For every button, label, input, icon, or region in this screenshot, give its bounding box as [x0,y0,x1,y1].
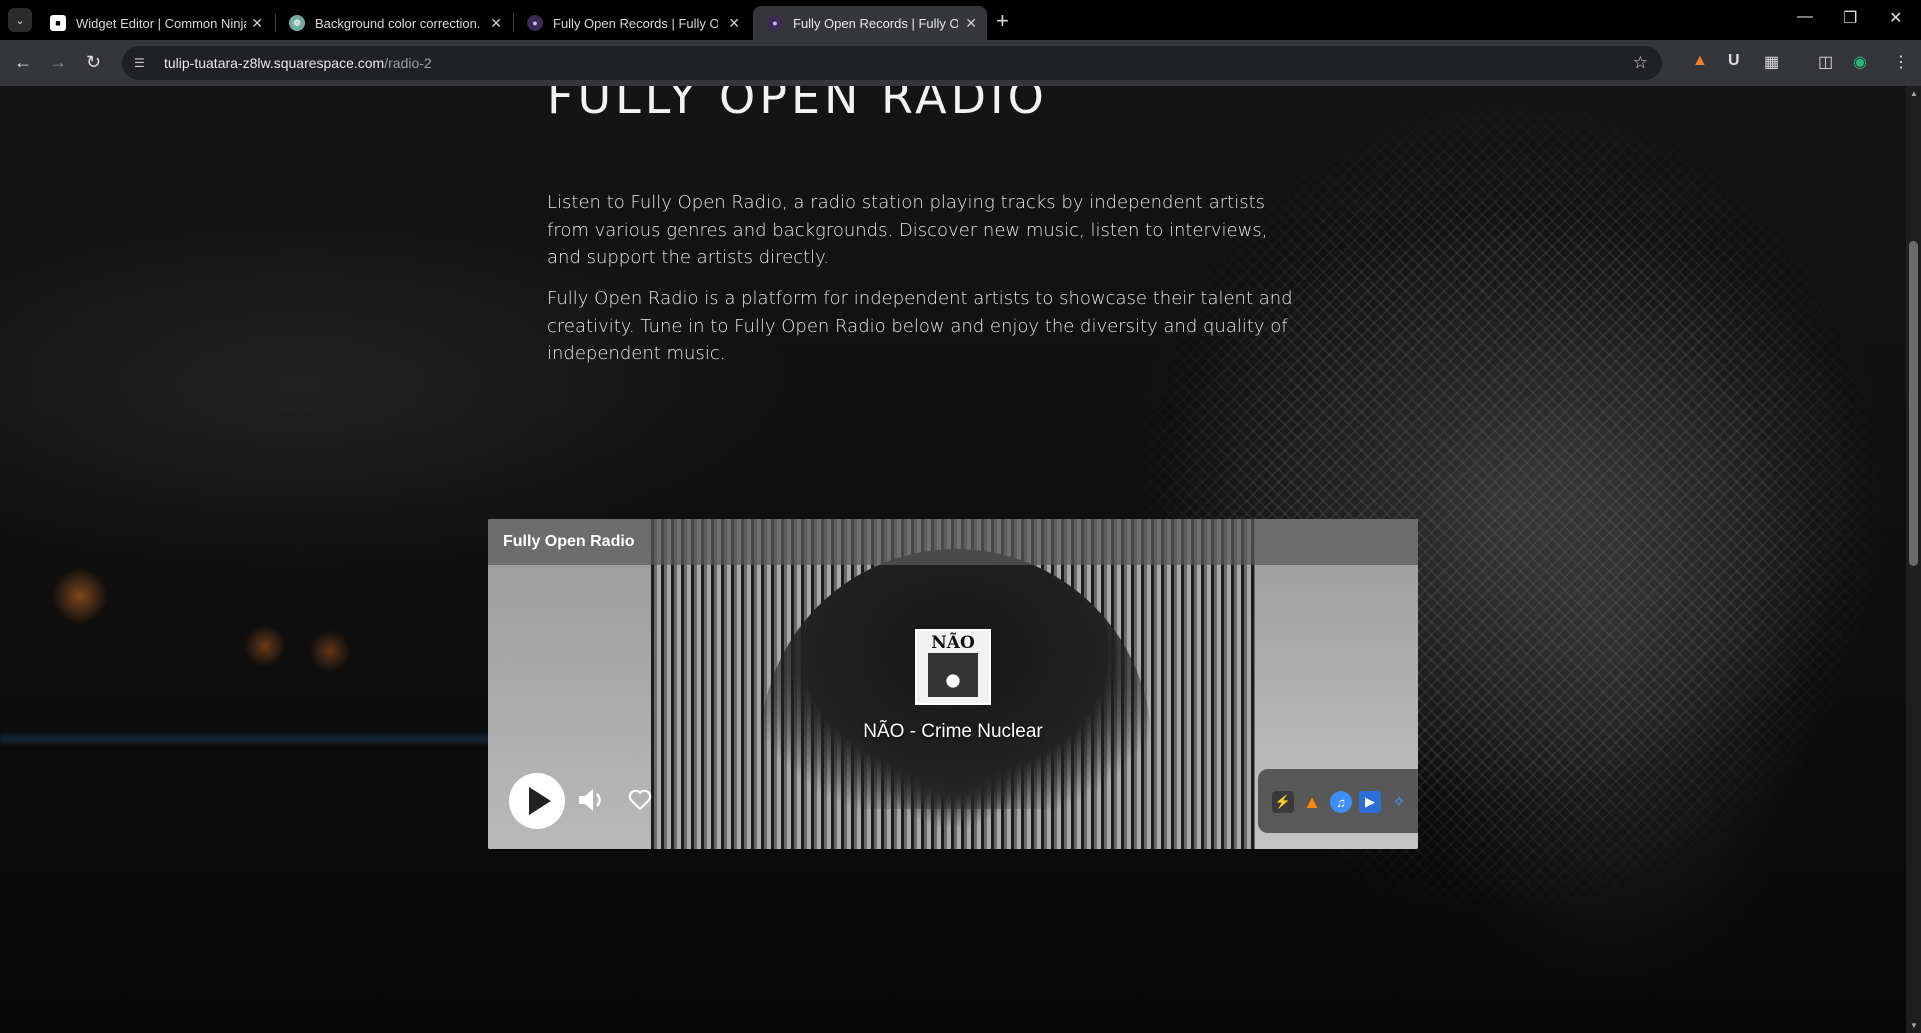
radio-player-widget: Fully Open Radio NÃO NÃO - Crime Nuclear… [488,519,1418,849]
page-scrollbar[interactable]: ▲ ▼ [1906,86,1921,1033]
browser-tab-strip: ⌄ ■ Widget Editor | Common Ninja ✕ ❁ Bac… [0,0,1921,40]
squarespace-icon: ● [527,15,543,31]
restore-icon[interactable]: ❐ [1843,8,1857,28]
window-close-icon[interactable]: ✕ [1889,8,1902,28]
page-content: FULLY OPEN RADIO Listen to Fully Open Ra… [0,86,1906,1033]
tab-search-chevron-icon[interactable]: ⌄ [8,8,32,32]
station-name: Fully Open Radio [488,519,1418,565]
close-tab-icon[interactable]: ✕ [728,15,740,32]
bookmark-star-icon[interactable]: ☆ [1633,53,1648,73]
heart-icon[interactable] [627,787,653,813]
now-playing-title: NÃO - Crime Nuclear [863,721,1043,742]
tab-title: Widget Editor | Common Ninja [76,15,246,31]
media-player-icon[interactable]: ▶ [1359,791,1381,813]
extensions-puzzle-icon[interactable]: ▦ [1764,52,1779,72]
volume-icon[interactable] [576,785,606,815]
tab-title: Fully Open Records | Fully Open [793,15,958,31]
forward-arrow-icon[interactable]: → [49,52,67,73]
tab-title: Background color correction. [315,15,481,31]
tab-widget-editor[interactable]: ■ Widget Editor | Common Ninja ✕ [36,6,273,40]
tab-fully-open-records-1[interactable]: ● Fully Open Records | Fully Open ✕ [513,6,750,40]
album-cover-title: NÃO [931,633,975,653]
realplayer-icon[interactable]: ✧ [1388,791,1410,813]
ublock-extension-icon[interactable]: U [1728,52,1740,70]
scroll-up-arrow-icon[interactable]: ▲ [1910,89,1918,98]
reload-icon[interactable]: ↻ [86,52,101,73]
scroll-thumb[interactable] [1909,241,1918,566]
chatgpt-icon: ❁ [289,15,305,31]
winamp-icon[interactable]: ⚡ [1272,791,1294,813]
common-ninja-icon: ■ [50,15,66,31]
metamask-extension-icon[interactable]: ▲ [1692,52,1708,70]
url-path: /radio-2 [384,55,432,71]
tab-fully-open-records-active[interactable]: ● Fully Open Records | Fully Open ✕ [753,6,987,40]
close-tab-icon[interactable]: ✕ [965,15,977,32]
minimize-icon[interactable]: — [1797,8,1813,26]
play-icon [529,787,551,815]
side-panel-icon[interactable]: ◫ [1818,52,1833,72]
play-button[interactable] [509,773,565,829]
profile-avatar-icon[interactable]: ◉ [1853,52,1867,72]
album-cover: NÃO [915,629,991,705]
vlc-icon[interactable]: ▲ [1301,791,1323,813]
tab-background-color[interactable]: ❁ Background color correction. ✕ [275,6,512,40]
url-text: tulip-tuatara-z8lw.squarespace.com/radio… [164,55,432,71]
new-tab-icon[interactable]: + [996,8,1009,34]
browser-toolbar: ← → ↻ ☰ tulip-tuatara-z8lw.squarespace.c… [0,40,1921,86]
close-tab-icon[interactable]: ✕ [490,15,502,32]
address-bar[interactable]: ☰ tulip-tuatara-z8lw.squarespace.com/rad… [122,46,1662,80]
description-paragraph: Fully Open Radio is a platform for indep… [547,288,1293,364]
itunes-icon[interactable]: ♫ [1330,791,1352,813]
browser-menu-icon[interactable]: ⋮ [1893,52,1909,72]
album-cover-figure [928,653,978,697]
intro-paragraph: Listen to Fully Open Radio, a radio stat… [547,192,1268,268]
scroll-down-arrow-icon[interactable]: ▼ [1910,1021,1918,1030]
url-domain: tulip-tuatara-z8lw.squarespace.com [164,55,385,71]
page-heading: FULLY OPEN RADIO [547,86,1048,124]
site-info-icon[interactable]: ☰ [134,56,150,70]
tab-title: Fully Open Records | Fully Open [553,15,718,31]
back-arrow-icon[interactable]: ← [14,52,32,73]
squarespace-icon: ● [767,15,783,31]
open-in-player-apps: ⚡ ▲ ♫ ▶ ✧ [1258,769,1418,833]
close-tab-icon[interactable]: ✕ [251,15,263,32]
